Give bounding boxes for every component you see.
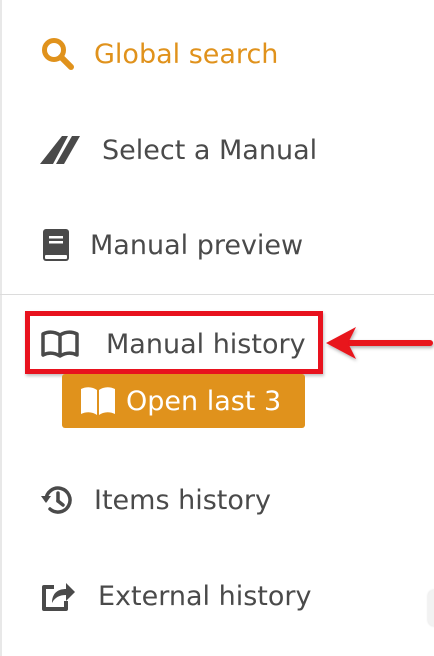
external-share-icon bbox=[38, 576, 78, 616]
search-icon bbox=[38, 34, 78, 74]
menu-item-label: External history bbox=[98, 580, 312, 612]
menu-item-external-history[interactable]: External history bbox=[0, 568, 434, 624]
section-divider bbox=[0, 294, 434, 295]
menu-item-label: Global search bbox=[94, 38, 279, 70]
menu-item-label: Manual preview bbox=[90, 229, 304, 261]
menu-item-items-history[interactable]: Items history bbox=[0, 472, 434, 528]
open-book-icon bbox=[40, 324, 80, 364]
menu-item-label: Manual history bbox=[106, 328, 306, 360]
book-icon bbox=[36, 225, 76, 265]
menu-item-manual-history[interactable]: Manual history bbox=[0, 316, 434, 372]
sidebar-menu: Global search Select a Manual Manual pre… bbox=[0, 0, 434, 656]
open-last-button[interactable]: Open last 3 bbox=[62, 374, 305, 428]
open-book-icon bbox=[80, 386, 116, 416]
open-last-label: Open last 3 bbox=[126, 385, 282, 417]
menu-item-select-manual[interactable]: Select a Manual bbox=[0, 122, 434, 178]
manual-select-icon bbox=[40, 130, 80, 170]
scrollbar-handle[interactable] bbox=[428, 590, 434, 626]
menu-item-label: Items history bbox=[94, 484, 271, 516]
menu-item-label: Select a Manual bbox=[102, 134, 318, 166]
menu-item-global-search[interactable]: Global search bbox=[0, 26, 434, 82]
history-icon bbox=[38, 480, 78, 520]
menu-item-manual-preview[interactable]: Manual preview bbox=[0, 217, 434, 273]
